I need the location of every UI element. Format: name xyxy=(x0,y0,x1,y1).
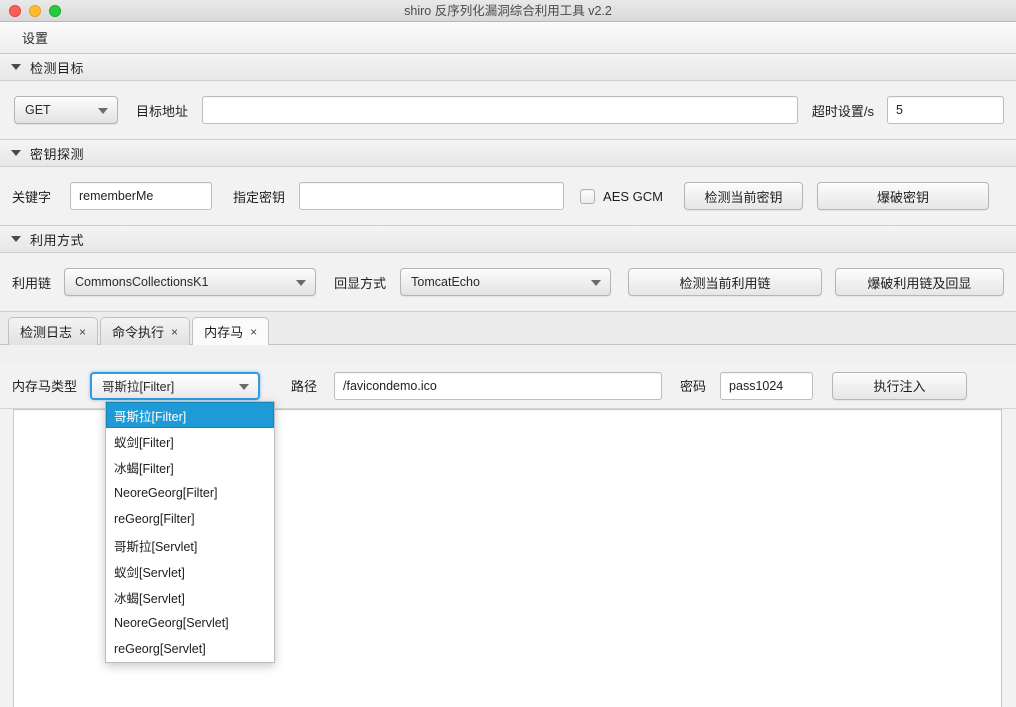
tab-memshell[interactable]: 内存马 × xyxy=(192,317,270,345)
dropdown-option-4-label: reGeorg[Filter] xyxy=(114,512,195,526)
memshell-path-input[interactable]: /favicondemo.ico xyxy=(334,371,663,400)
target-address-input[interactable] xyxy=(202,96,798,124)
dropdown-option-5[interactable]: 哥斯拉[Servlet] xyxy=(106,532,274,558)
memshell-password-value: pass1024 xyxy=(729,378,784,393)
echo-method-label: 回显方式 xyxy=(334,275,387,291)
timeout-input[interactable]: 5 xyxy=(887,96,1004,124)
close-icon[interactable]: × xyxy=(250,325,257,339)
detect-current-chain-button[interactable]: 检测当前利用链 xyxy=(628,268,822,296)
timeout-label: 超时设置/s xyxy=(811,103,875,119)
dropdown-option-0-label: 哥斯拉[Filter] xyxy=(114,409,187,424)
tab-detect-log-label: 检测日志 xyxy=(20,325,73,340)
brute-chain-echo-label: 爆破利用链及回显 xyxy=(867,275,972,291)
panel-body-exploit: 利用链 CommonsCollectionsK1 回显方式 TomcatEcho… xyxy=(0,253,1016,312)
panel-header-key-detect[interactable]: 密钥探测 xyxy=(0,140,1016,167)
tab-command-exec[interactable]: 命令执行 × xyxy=(100,317,191,345)
aes-gcm-label: AES GCM xyxy=(603,188,663,204)
keyword-value: rememberMe xyxy=(79,189,154,203)
dropdown-option-2-label: 冰蝎[Filter] xyxy=(114,461,174,476)
dropdown-option-3[interactable]: NeoreGeorg[Filter] xyxy=(106,480,274,506)
tab-memshell-label: 内存马 xyxy=(204,325,244,340)
dropdown-option-1-label: 蚁剑[Filter] xyxy=(114,435,174,450)
panel-body-key-detect: 关键字 rememberMe 指定密钥 AES GCM 检测当前密钥 爆破密钥 xyxy=(0,167,1016,226)
triangle-down-icon xyxy=(11,64,21,70)
target-address-label: 目标地址 xyxy=(135,103,188,119)
chevron-down-icon xyxy=(591,280,602,286)
memshell-type-label: 内存马类型 xyxy=(12,379,78,394)
timeout-value: 5 xyxy=(896,103,903,117)
memshell-password-input[interactable]: pass1024 xyxy=(720,371,814,400)
title-bar: shiro 反序列化漏洞综合利用工具 v2.2 xyxy=(0,0,1016,22)
echo-method-value: TomcatEcho xyxy=(411,275,480,289)
exploit-chain-label: 利用链 xyxy=(12,275,52,291)
dropdown-option-7-label: 冰蝎[Servlet] xyxy=(114,591,185,606)
detect-current-key-label: 检测当前密钥 xyxy=(704,189,783,205)
keyword-input[interactable]: rememberMe xyxy=(70,182,213,210)
exploit-chain-select[interactable]: CommonsCollectionsK1 xyxy=(64,268,317,296)
brute-key-label: 爆破密钥 xyxy=(876,189,929,205)
echo-method-select[interactable]: TomcatEcho xyxy=(400,268,612,296)
detect-current-key-button[interactable]: 检测当前密钥 xyxy=(684,182,803,210)
specified-key-label: 指定密钥 xyxy=(233,189,286,205)
aes-gcm-checkbox[interactable]: AES GCM xyxy=(580,188,663,204)
chevron-down-icon xyxy=(296,280,307,286)
panel-header-target[interactable]: 检测目标 xyxy=(0,54,1016,81)
tab-strip: 检测日志 × 命令执行 × 内存马 × xyxy=(0,312,1016,345)
memshell-type-dropdown-popup: 哥斯拉[Filter] 蚁剑[Filter] 冰蝎[Filter] NeoreG… xyxy=(105,401,275,663)
dropdown-option-9-label: reGeorg[Servlet] xyxy=(114,642,206,656)
exploit-chain-value: CommonsCollectionsK1 xyxy=(75,275,209,289)
dropdown-option-6-label: 蚁剑[Servlet] xyxy=(114,565,185,580)
dropdown-option-0[interactable]: 哥斯拉[Filter] xyxy=(106,402,274,428)
tab-detect-log[interactable]: 检测日志 × xyxy=(8,317,99,345)
triangle-down-icon xyxy=(11,236,21,242)
checkbox-box-icon xyxy=(580,188,596,204)
triangle-down-icon xyxy=(11,150,21,156)
memshell-password-label: 密码 xyxy=(680,379,707,394)
dropdown-option-3-label: NeoreGeorg[Filter] xyxy=(114,486,218,500)
http-method-select[interactable]: GET xyxy=(14,96,118,124)
dropdown-option-2[interactable]: 冰蝎[Filter] xyxy=(106,454,274,480)
close-icon[interactable]: × xyxy=(171,325,178,339)
execute-inject-label: 执行注入 xyxy=(873,379,926,394)
memshell-path-label: 路径 xyxy=(291,379,318,394)
execute-inject-button[interactable]: 执行注入 xyxy=(832,371,968,400)
panel-title-target: 检测目标 xyxy=(30,60,85,76)
dropdown-option-6[interactable]: 蚁剑[Servlet] xyxy=(106,558,274,584)
keyword-label: 关键字 xyxy=(12,189,52,205)
memshell-path-value: /favicondemo.ico xyxy=(343,378,437,393)
detect-current-chain-label: 检测当前利用链 xyxy=(679,275,771,291)
panel-body-target: GET 目标地址 超时设置/s 5 xyxy=(0,81,1016,140)
menu-item-settings[interactable]: 设置 xyxy=(12,25,58,50)
dropdown-option-1[interactable]: 蚁剑[Filter] xyxy=(106,428,274,454)
tab-command-exec-label: 命令执行 xyxy=(112,325,165,340)
dropdown-option-4[interactable]: reGeorg[Filter] xyxy=(106,506,274,532)
brute-chain-echo-button[interactable]: 爆破利用链及回显 xyxy=(834,268,1004,296)
panel-header-exploit[interactable]: 利用方式 xyxy=(0,226,1016,253)
window-title: shiro 反序列化漏洞综合利用工具 v2.2 xyxy=(404,4,612,18)
panel-title-key-detect: 密钥探测 xyxy=(30,146,85,162)
memshell-type-select[interactable]: 哥斯拉[Filter] xyxy=(90,371,261,400)
dropdown-option-8-label: NeoreGeorg[Servlet] xyxy=(114,616,229,630)
panel-title-exploit: 利用方式 xyxy=(30,232,85,248)
specified-key-input[interactable] xyxy=(299,182,565,210)
memshell-type-value: 哥斯拉[Filter] xyxy=(102,380,175,394)
chevron-down-icon xyxy=(239,383,250,390)
dropdown-option-5-label: 哥斯拉[Servlet] xyxy=(114,539,198,554)
close-icon[interactable]: × xyxy=(79,325,86,339)
chevron-down-icon xyxy=(97,108,108,114)
dropdown-option-8[interactable]: NeoreGeorg[Servlet] xyxy=(106,610,274,636)
dropdown-option-9[interactable]: reGeorg[Servlet] xyxy=(106,636,274,662)
brute-key-button[interactable]: 爆破密钥 xyxy=(817,182,989,210)
dropdown-option-7[interactable]: 冰蝎[Servlet] xyxy=(106,584,274,610)
application-window: shiro 反序列化漏洞综合利用工具 v2.2 设置 检测目标 GET 目标地址… xyxy=(0,0,1016,707)
menu-bar: 设置 xyxy=(0,22,1016,54)
http-method-value: GET xyxy=(25,103,51,117)
